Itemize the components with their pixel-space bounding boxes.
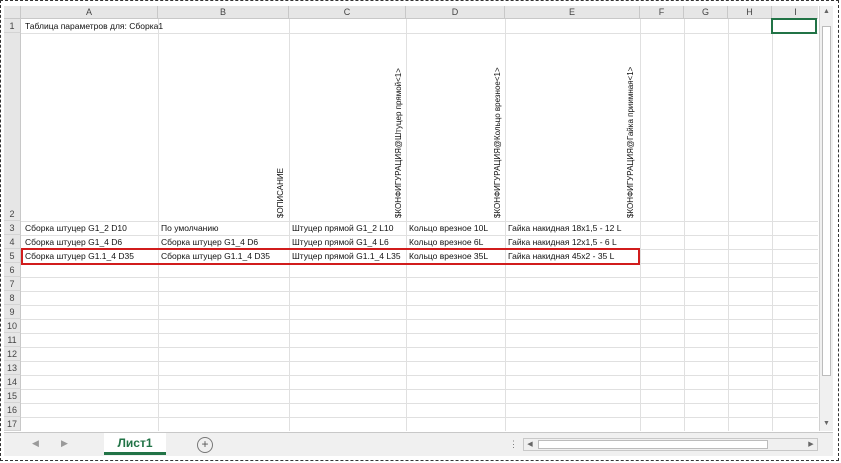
next-sheet-icon[interactable]: ▶ [61, 438, 68, 449]
column-header-f[interactable]: F [640, 6, 684, 19]
column-header-a[interactable]: A [21, 6, 158, 19]
column-header-g[interactable]: G [684, 6, 728, 19]
row-header-1[interactable]: 1 [4, 19, 21, 33]
spreadsheet-grid[interactable]: A B C D E F G H I 1 2 3 4 5 6 7 8 9 10 1… [4, 6, 818, 431]
prev-sheet-icon[interactable]: ◀ [32, 438, 39, 449]
gridline [21, 33, 818, 34]
gridline [21, 277, 818, 278]
cell-d2[interactable]: $КОНФИГУРАЦИЯ@Кольцо врезное<1> [493, 67, 502, 218]
scroll-right-icon[interactable]: ▶ [805, 439, 817, 450]
cell-a3[interactable]: Сборка штуцер G1_2 D10 [25, 222, 156, 235]
column-header-h[interactable]: H [728, 6, 772, 19]
scroll-left-icon[interactable]: ◀ [524, 439, 536, 450]
cell-e2[interactable]: $КОНФИГУРАЦИЯ@Гайка приимная<1> [626, 67, 635, 218]
row-header-4[interactable]: 4 [4, 235, 21, 249]
row-header-10[interactable]: 10 [4, 319, 21, 333]
row-header-13[interactable]: 13 [4, 361, 21, 375]
column-header-d[interactable]: D [406, 6, 505, 19]
horizontal-scrollbar[interactable]: ◀ ▶ [523, 438, 818, 451]
cell-a1[interactable]: Таблица параметров для: Сборка1 [25, 20, 405, 33]
row-header-6[interactable]: 6 [4, 263, 21, 277]
gridline [684, 19, 685, 431]
cell-c2[interactable]: $КОНФИГУРАЦИЯ@Штуцер прямой<1> [394, 68, 403, 218]
gridline [21, 417, 818, 418]
row-header-5[interactable]: 5 [4, 249, 21, 263]
gridline [505, 19, 506, 431]
gridline [289, 19, 290, 431]
gridline [21, 319, 818, 320]
gridline [406, 19, 407, 431]
gridline [21, 389, 818, 390]
gridline [158, 19, 159, 431]
row-header-8[interactable]: 8 [4, 291, 21, 305]
horizontal-scroll-thumb[interactable] [538, 440, 768, 449]
row-header-2[interactable]: 2 [4, 33, 21, 221]
scroll-down-icon[interactable]: ▼ [820, 418, 833, 430]
sheet-tabs-bar: ◀ ▶ Лист1 + ⋮ ◀ ▶ [4, 432, 833, 456]
sheet-tab-list1[interactable]: Лист1 [104, 433, 166, 455]
select-all-corner[interactable] [4, 6, 21, 19]
gridline [728, 19, 729, 431]
gridline [21, 333, 818, 334]
gridline [21, 403, 818, 404]
selected-cell-i1[interactable] [771, 18, 817, 34]
gridline [21, 361, 818, 362]
gridline [640, 19, 641, 431]
column-header-b[interactable]: B [158, 6, 289, 19]
row-header-11[interactable]: 11 [4, 333, 21, 347]
vertical-scrollbar[interactable]: ▲ ▼ [819, 6, 833, 431]
gridline [772, 19, 773, 431]
column-header-c[interactable]: C [289, 6, 406, 19]
cell-d3[interactable]: Кольцо врезное 10L [409, 222, 503, 235]
tab-splitter-icon[interactable]: ⋮ [509, 439, 518, 450]
row-header-14[interactable]: 14 [4, 375, 21, 389]
cell-b3[interactable]: По умолчанию [161, 222, 287, 235]
add-sheet-button[interactable]: + [197, 437, 213, 453]
cell-c3[interactable]: Штуцер прямой G1_2 L10 [292, 222, 404, 235]
scroll-up-icon[interactable]: ▲ [820, 6, 833, 18]
row-header-12[interactable]: 12 [4, 347, 21, 361]
gridline [21, 347, 818, 348]
gridline [21, 305, 818, 306]
row-header-15[interactable]: 15 [4, 389, 21, 403]
row-header-9[interactable]: 9 [4, 305, 21, 319]
row-header-7[interactable]: 7 [4, 277, 21, 291]
gridline [21, 375, 818, 376]
row-header-3[interactable]: 3 [4, 221, 21, 235]
row-header-16[interactable]: 16 [4, 403, 21, 417]
column-header-e[interactable]: E [505, 6, 640, 19]
cell-b2[interactable]: $ОПИСАНИЕ [276, 168, 285, 218]
vertical-scroll-thumb[interactable] [822, 26, 831, 376]
row-5-highlight [21, 248, 640, 265]
gridline [21, 291, 818, 292]
cell-e3[interactable]: Гайка накидная 18x1,5 - 12 L [508, 222, 638, 235]
row-header-17[interactable]: 17 [4, 417, 21, 431]
